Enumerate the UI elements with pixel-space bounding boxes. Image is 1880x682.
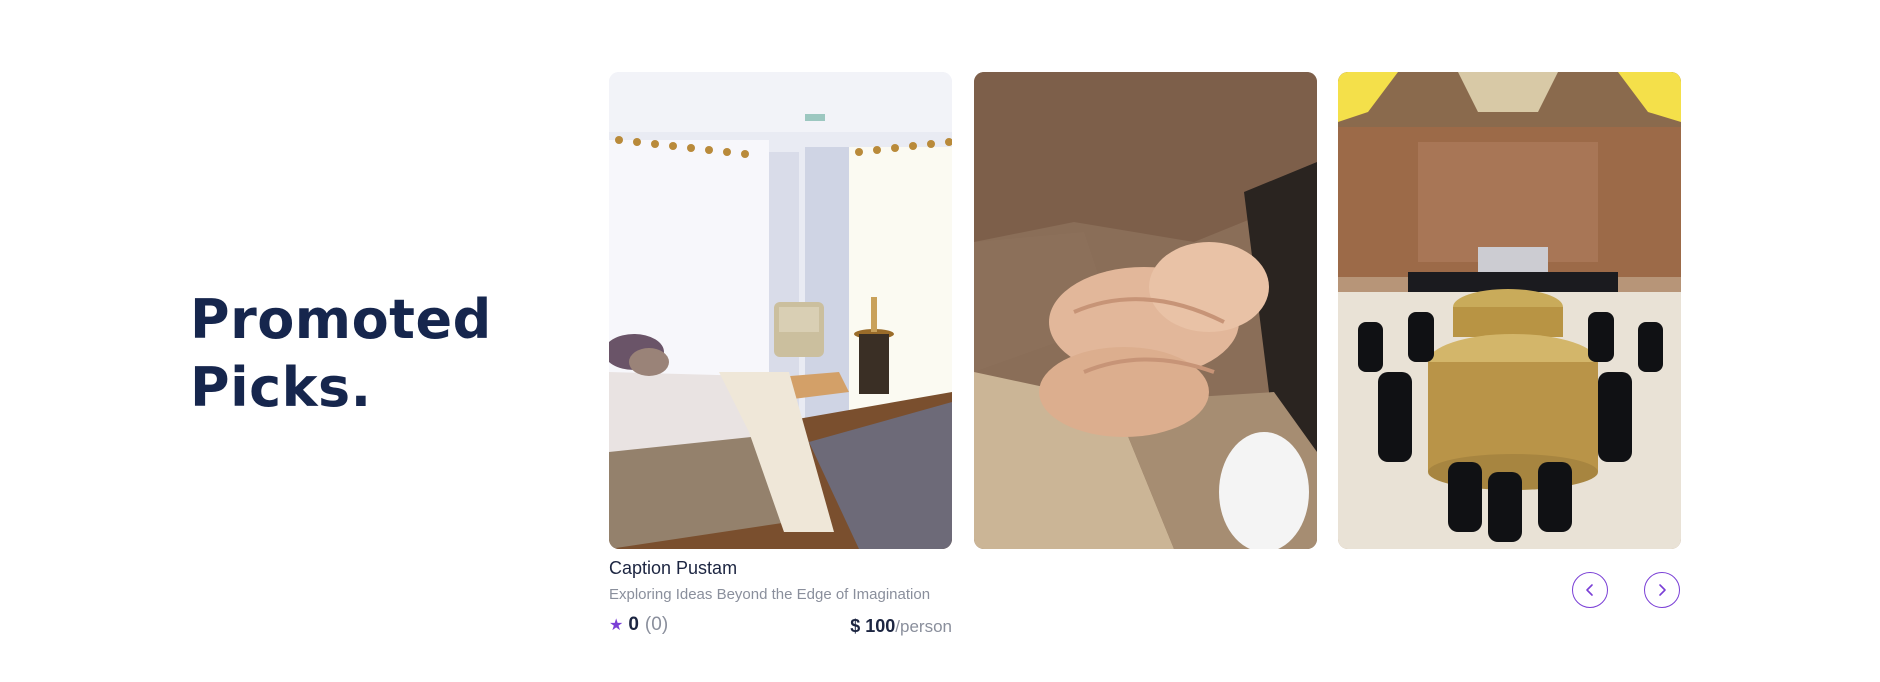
carousel-next-button[interactable] bbox=[1644, 572, 1680, 608]
price-amount: $ 100 bbox=[850, 616, 896, 636]
card-subtitle: Exploring Ideas Beyond the Edge of Imagi… bbox=[609, 586, 931, 603]
rating-value: 0 bbox=[628, 614, 639, 635]
carousel-prev-button[interactable] bbox=[1572, 572, 1608, 608]
card-image-holding-hands[interactable] bbox=[974, 72, 1317, 549]
rating-count: (0) bbox=[644, 614, 669, 635]
star-icon: ★ bbox=[609, 617, 624, 634]
card-title[interactable]: Caption Pustam bbox=[609, 558, 737, 579]
chevron-left-icon bbox=[1586, 584, 1593, 596]
section-title-line-1: Promoted bbox=[190, 288, 492, 351]
card-image-bedroom[interactable] bbox=[609, 72, 952, 549]
price-unit: /person bbox=[895, 617, 952, 636]
card-image-banquet-hall[interactable] bbox=[1338, 72, 1681, 549]
section-title: Promoted Picks. bbox=[190, 286, 492, 422]
section-title-line-2: Picks. bbox=[190, 356, 372, 419]
chevron-right-icon bbox=[1659, 584, 1666, 596]
card-rating: ★ 0 (0) bbox=[609, 614, 668, 636]
card-price: $ 100/person bbox=[850, 616, 952, 637]
